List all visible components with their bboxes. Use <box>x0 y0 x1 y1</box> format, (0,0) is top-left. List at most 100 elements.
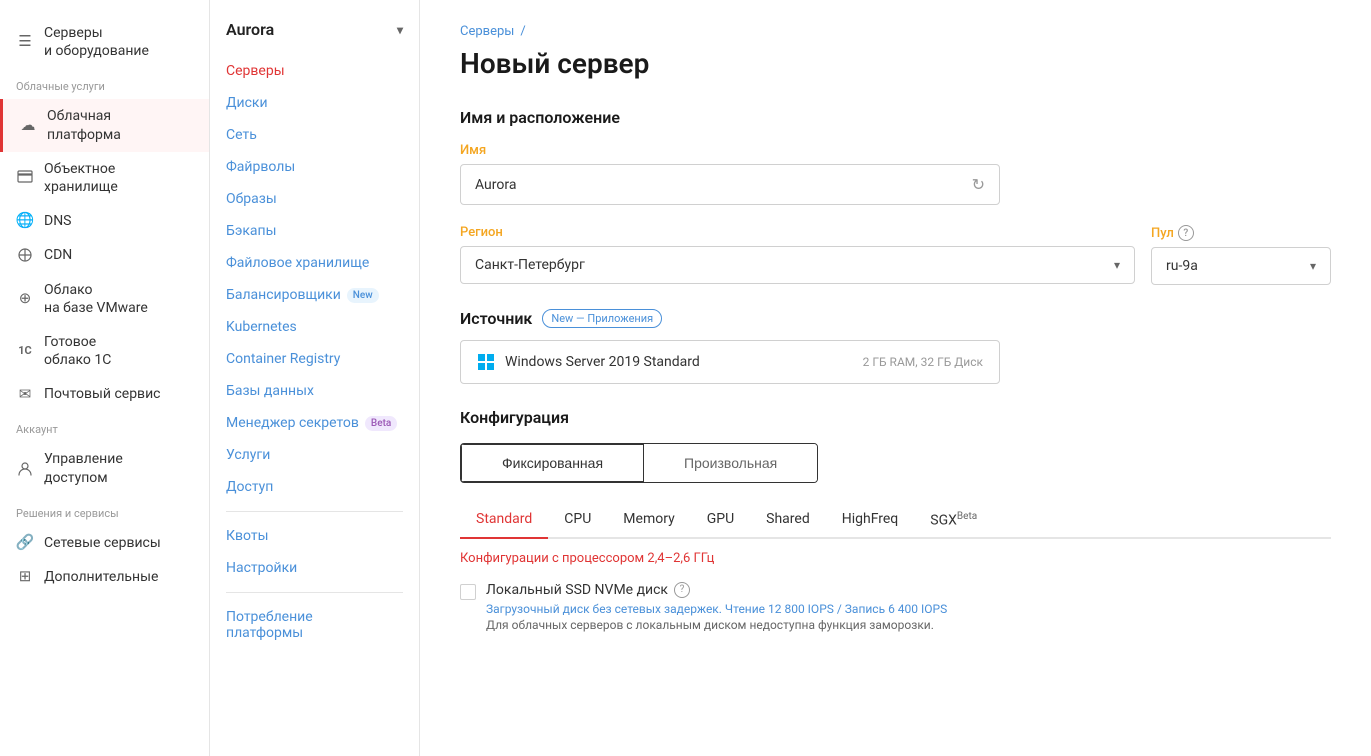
sidebar-item-servers[interactable]: ☰ Серверыи оборудование <box>0 16 209 68</box>
pool-field: Пул ? ru-9a ▾ <box>1151 225 1331 285</box>
sidebar-item-vmware[interactable]: ⊕ Облакона базе VMware <box>0 273 209 325</box>
tab-cpu[interactable]: CPU <box>548 503 607 539</box>
page-title: Новый сервер <box>460 47 1331 80</box>
sidebar-item-network[interactable]: Сеть <box>210 119 419 151</box>
pool-help-icon[interactable]: ? <box>1178 225 1194 241</box>
main-content: Серверы / Новый сервер Имя и расположени… <box>420 0 1371 756</box>
badge-beta: Beta <box>365 416 397 431</box>
sidebar-item-cdn-label: CDN <box>44 246 72 264</box>
ssd-info: Локальный SSD NVMe диск ? Загрузочный ди… <box>486 582 947 632</box>
breadcrumb: Серверы / <box>460 24 1331 39</box>
sidebar-item-services[interactable]: Услуги <box>210 439 419 471</box>
sidebar-item-1c-label: Готовоеоблако 1С <box>44 333 111 369</box>
sidebar-item-object-storage[interactable]: Объектноехранилище <box>0 152 209 204</box>
source-section-title: Источник <box>460 309 532 328</box>
sidebar-item-additional[interactable]: ⊞ Дополнительные <box>0 560 209 594</box>
sidebar-item-mail-label: Почтовый сервис <box>44 385 160 403</box>
sidebar-item-backups[interactable]: Бэкапы <box>210 215 419 247</box>
source-select[interactable]: Windows Server 2019 Standard 2 ГБ RAM, 3… <box>460 340 1000 384</box>
config-description: Конфигурации с процессором 2,4–2,6 ГГц <box>460 551 1331 566</box>
ssd-description2: Для облачных серверов с локальным диском… <box>486 618 947 632</box>
storage-icon <box>16 169 34 187</box>
section-name-location: Имя и расположение <box>460 108 1331 127</box>
chevron-down-icon: ▾ <box>397 23 403 37</box>
sidebar-item-vmware-label: Облакона базе VMware <box>44 281 148 317</box>
ssd-label: Локальный SSD NVMe диск <box>486 582 668 598</box>
tab-highfreq[interactable]: HighFreq <box>826 503 915 539</box>
1c-icon: 1С <box>16 342 34 360</box>
sidebar-item-cloud-platform[interactable]: ☁ Облачнаяплатформа <box>0 99 209 151</box>
cdn-icon <box>16 246 34 264</box>
ssd-help-icon[interactable]: ? <box>674 582 690 598</box>
sidebar-divider-2 <box>226 592 403 593</box>
sidebar-item-access-mgmt[interactable]: Управлениедоступом <box>0 442 209 494</box>
section-label-solutions: Решения и сервисы <box>0 495 209 526</box>
sidebar-item-dns[interactable]: 🌐 DNS <box>0 204 209 238</box>
region-pool-row: Регион Санкт-Петербург ▾ Пул ? ru-9a ▾ <box>460 225 1331 285</box>
sidebar-item-network-services-label: Сетевые сервисы <box>44 534 161 552</box>
sidebar-item-disks[interactable]: Диски <box>210 87 419 119</box>
sidebar-item-consumption[interactable]: Потреблениеплатформы <box>210 601 419 649</box>
sidebar-item-mail[interactable]: ✉ Почтовый сервис <box>0 377 209 411</box>
vmware-icon: ⊕ <box>16 290 34 308</box>
region-field: Регион Санкт-Петербург ▾ <box>460 225 1135 285</box>
sidebar-item-databases[interactable]: Базы данных <box>210 375 419 407</box>
cloud-icon: ☁ <box>19 117 37 135</box>
sidebar-item-kubernetes[interactable]: Kubernetes <box>210 311 419 343</box>
server-icon: ☰ <box>16 33 34 51</box>
refresh-icon[interactable]: ↻ <box>972 175 985 194</box>
ssd-checkbox[interactable] <box>460 584 476 600</box>
name-label: Имя <box>460 143 1331 158</box>
sidebar-item-additional-label: Дополнительные <box>44 568 158 586</box>
ssd-checkbox-row: Локальный SSD NVMe диск ? Загрузочный ди… <box>460 582 1331 632</box>
config-section-title: Конфигурация <box>460 408 1331 427</box>
dns-icon: 🌐 <box>16 212 34 230</box>
region-label: Регион <box>460 225 1135 240</box>
tab-sgx[interactable]: SGXBeta <box>914 503 993 539</box>
sidebar-item-quotas[interactable]: Квоты <box>210 520 419 552</box>
sidebar-item-settings[interactable]: Настройки <box>210 552 419 584</box>
tab-gpu[interactable]: GPU <box>691 503 750 539</box>
windows-icon <box>477 353 495 371</box>
sidebar-item-cloud-platform-label: Облачнаяплатформа <box>47 107 121 143</box>
mail-icon: ✉ <box>16 385 34 403</box>
left-sidebar: ☰ Серверыи оборудование Облачные услуги … <box>0 0 210 756</box>
region-chevron-icon: ▾ <box>1114 258 1120 272</box>
sidebar-item-network-services[interactable]: 🔗 Сетевые сервисы <box>0 526 209 560</box>
config-custom-button[interactable]: Произвольная <box>644 444 817 482</box>
sidebar-item-cdn[interactable]: CDN <box>0 238 209 272</box>
section-label-account: Аккаунт <box>0 411 209 442</box>
tab-standard[interactable]: Standard <box>460 503 548 539</box>
pool-select[interactable]: ru-9a ▾ <box>1151 247 1331 285</box>
region-select[interactable]: Санкт-Петербург ▾ <box>460 246 1135 284</box>
pool-chevron-icon: ▾ <box>1310 259 1316 273</box>
config-toggle: Фиксированная Произвольная <box>460 443 818 483</box>
sidebar-item-container-registry[interactable]: Container Registry <box>210 343 419 375</box>
source-meta: 2 ГБ RAM, 32 ГБ Диск <box>863 355 983 369</box>
second-sidebar: Aurora ▾ Серверы Диски Сеть Файрволы Обр… <box>210 0 420 756</box>
user-icon <box>16 460 34 478</box>
sidebar-item-servers-aurora[interactable]: Серверы <box>210 55 419 87</box>
sidebar-item-secrets[interactable]: Менеджер секретов Beta <box>210 407 419 439</box>
sgx-badge: Beta <box>957 511 977 522</box>
sidebar-item-access-mgmt-label: Управлениедоступом <box>44 450 123 486</box>
sidebar-item-balancers[interactable]: Балансировщики New <box>210 279 419 311</box>
name-input[interactable]: Aurora ↻ <box>460 164 1000 205</box>
sidebar-item-1c[interactable]: 1С Готовоеоблако 1С <box>0 325 209 377</box>
tab-shared[interactable]: Shared <box>750 503 826 539</box>
sidebar-item-dns-label: DNS <box>44 212 72 230</box>
sidebar-item-access[interactable]: Доступ <box>210 471 419 503</box>
source-tag: New — Приложения <box>542 309 662 328</box>
tab-memory[interactable]: Memory <box>607 503 690 539</box>
name-form-group: Имя Aurora ↻ <box>460 143 1331 205</box>
second-sidebar-title[interactable]: Aurora ▾ <box>210 12 419 55</box>
grid-icon: ⊞ <box>16 568 34 586</box>
breadcrumb-separator: / <box>520 24 525 39</box>
sidebar-item-filestorage[interactable]: Файловое хранилище <box>210 247 419 279</box>
config-fixed-button[interactable]: Фиксированная <box>460 443 645 483</box>
sidebar-item-images[interactable]: Образы <box>210 183 419 215</box>
breadcrumb-link[interactable]: Серверы <box>460 24 514 39</box>
ssd-description: Загрузочный диск без сетевых задержек. Ч… <box>486 602 947 616</box>
sidebar-item-firewalls[interactable]: Файрволы <box>210 151 419 183</box>
badge-new: New <box>347 288 379 303</box>
